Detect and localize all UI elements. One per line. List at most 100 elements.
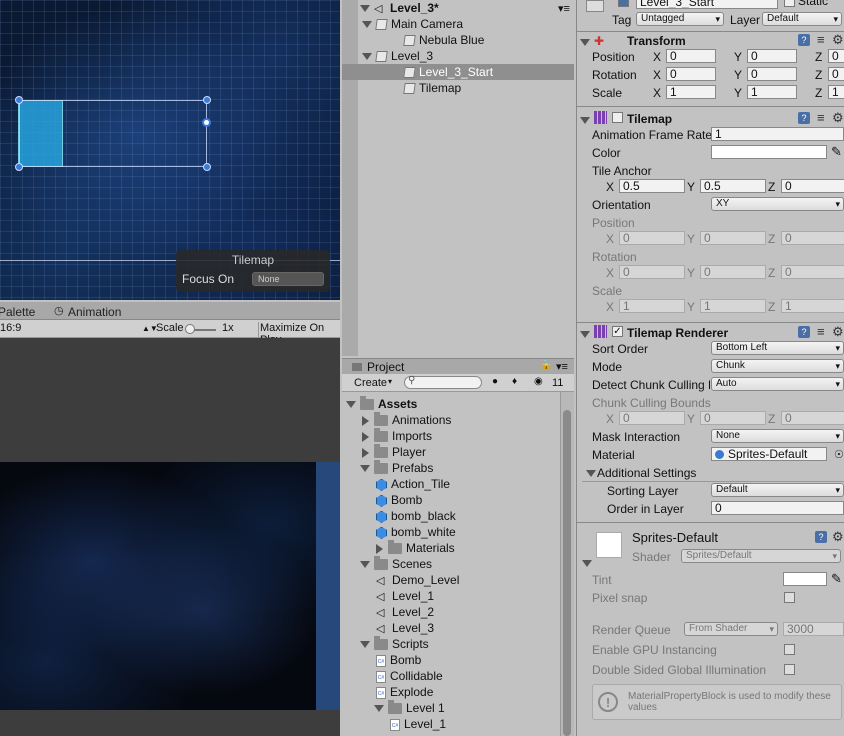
renderer-foldout[interactable] — [580, 327, 594, 341]
axis-x-field[interactable]: 0 — [619, 265, 685, 279]
project-item[interactable]: bomb_black — [374, 508, 456, 524]
filter-type-icon[interactable]: ● — [492, 376, 498, 387]
order-in-layer-field[interactable]: 0 — [711, 501, 844, 515]
axis-y-field[interactable]: 0 — [700, 231, 766, 245]
layer-dropdown[interactable]: Default — [762, 12, 842, 26]
project-item[interactable]: bomb_white — [374, 524, 456, 540]
renderer-enabled-checkbox[interactable]: ✓ — [612, 326, 623, 337]
object-name-field[interactable]: Level_3_Start — [636, 0, 778, 9]
hidden-eye-icon[interactable]: ◉ — [534, 376, 543, 387]
gear-icon[interactable]: ⚙ — [832, 530, 844, 543]
selection-rect[interactable] — [19, 100, 207, 167]
tab-project[interactable]: Project — [367, 360, 404, 374]
axis-z-field[interactable]: 0 — [781, 179, 844, 193]
axis-z-field[interactable]: 0 — [781, 265, 844, 279]
preset-icon[interactable]: ≡ — [817, 325, 825, 338]
lock-icon[interactable]: 🔒 — [540, 360, 552, 371]
double-sided-gi-checkbox[interactable] — [784, 664, 795, 675]
axis-y-field[interactable]: 0 — [700, 265, 766, 279]
create-button[interactable]: Create — [354, 377, 387, 389]
axis-x-field[interactable]: 0 — [666, 49, 716, 63]
material-foldout[interactable] — [582, 556, 596, 570]
hierarchy-item[interactable]: ◁ Level_3* — [360, 0, 439, 16]
eyedropper-icon[interactable]: ✎ — [831, 144, 842, 160]
transform-foldout[interactable] — [580, 35, 594, 49]
project-menu-icon[interactable]: ▾≡ — [556, 360, 568, 373]
project-item[interactable]: Imports — [360, 428, 432, 444]
axis-z-field[interactable]: 1 — [828, 85, 844, 99]
pivot-handle[interactable] — [202, 118, 211, 127]
hierarchy-item[interactable]: Tilemap — [390, 80, 461, 96]
tilemap-foldout[interactable] — [580, 113, 594, 127]
mode-dropdown[interactable]: Chunk — [711, 359, 844, 373]
mask-dropdown[interactable]: None — [711, 429, 844, 443]
hierarchy-menu-icon[interactable]: ▾≡ — [558, 2, 570, 15]
rect-handle-tr[interactable] — [203, 96, 211, 104]
expand-arrow-icon[interactable] — [362, 21, 372, 29]
tab-palette[interactable]: Palette — [0, 305, 35, 319]
expand-arrow-icon[interactable] — [346, 401, 356, 409]
culling-dropdown[interactable]: Auto — [711, 377, 844, 391]
sorting-layer-dropdown[interactable]: Default — [711, 483, 844, 497]
gpu-instancing-checkbox[interactable] — [784, 644, 795, 655]
expand-arrow-icon[interactable] — [360, 465, 370, 473]
project-item[interactable]: Player — [360, 444, 426, 460]
collapse-arrow-icon[interactable] — [362, 447, 369, 458]
help-icon[interactable]: ? — [798, 34, 810, 46]
hierarchy-item[interactable]: Level_3_Start — [390, 64, 493, 80]
project-item[interactable]: ◁ Demo_Level — [374, 572, 459, 588]
rect-handle-bl[interactable] — [15, 163, 23, 171]
preset-icon[interactable]: ≡ — [817, 111, 825, 124]
search-input[interactable] — [404, 376, 482, 389]
tab-animation[interactable]: Animation — [68, 305, 121, 319]
collapse-arrow-icon[interactable] — [362, 415, 369, 426]
axis-z-field[interactable]: 0 — [828, 49, 844, 63]
gear-icon[interactable]: ⚙ — [832, 111, 844, 124]
axis-y-field[interactable]: 0 — [700, 411, 766, 425]
sort-order-dropdown[interactable]: Bottom Left — [711, 341, 844, 355]
focus-on-dropdown[interactable]: None — [252, 272, 324, 286]
scale-slider-thumb[interactable] — [185, 324, 195, 334]
expand-arrow-icon[interactable] — [360, 561, 370, 569]
scene-view[interactable]: Tilemap Focus On None — [0, 0, 340, 300]
project-scroll-thumb[interactable] — [563, 410, 571, 736]
axis-z-field[interactable]: 0 — [781, 231, 844, 245]
filter-label-icon[interactable]: ♦ — [512, 376, 517, 387]
shader-dropdown[interactable]: Sprites/Default — [681, 549, 841, 563]
collapse-arrow-icon[interactable] — [362, 431, 369, 442]
expand-arrow-icon[interactable] — [360, 641, 370, 649]
rect-handle-br[interactable] — [203, 163, 211, 171]
project-item[interactable]: Assets — [346, 396, 417, 412]
preset-icon[interactable]: ≡ — [817, 33, 825, 46]
project-item[interactable]: ◁ Level_3 — [374, 620, 434, 636]
project-item[interactable]: C# Bomb — [374, 652, 421, 668]
gear-icon[interactable]: ⚙ — [832, 325, 844, 338]
axis-x-field[interactable]: 1 — [666, 85, 716, 99]
expand-arrow-icon[interactable] — [362, 53, 372, 61]
pixel-snap-checkbox[interactable] — [784, 592, 795, 603]
material-field[interactable]: Sprites-Default — [711, 447, 827, 461]
help-icon[interactable]: ? — [815, 531, 827, 543]
active-checkbox[interactable] — [618, 0, 629, 7]
project-item[interactable]: C# Collidable — [374, 668, 443, 684]
tint-swatch[interactable] — [783, 572, 827, 586]
help-icon[interactable]: ? — [798, 326, 810, 338]
eyedropper-icon[interactable]: ✎ — [831, 571, 842, 587]
collapse-arrow-icon[interactable] — [376, 543, 383, 554]
color-swatch[interactable] — [711, 145, 827, 159]
aspect-dropdown[interactable]: 16:9 — [0, 322, 21, 334]
expand-arrow-icon[interactable] — [374, 705, 384, 713]
project-item[interactable]: Bomb — [374, 492, 422, 508]
gear-icon[interactable]: ⚙ — [832, 33, 844, 46]
expand-arrow-icon[interactable] — [360, 5, 370, 13]
project-item[interactable]: Animations — [360, 412, 451, 428]
axis-y-field[interactable]: 0.5 — [700, 179, 766, 193]
hierarchy-item[interactable]: Nebula Blue — [390, 32, 484, 48]
help-icon[interactable]: ? — [798, 112, 810, 124]
tilemap-enabled-checkbox[interactable] — [612, 112, 623, 123]
hierarchy-item[interactable]: Level_3 — [362, 48, 433, 64]
rect-handle-tl[interactable] — [15, 96, 23, 104]
project-item[interactable]: ◁ Level_1 — [374, 588, 434, 604]
render-queue-dropdown[interactable]: From Shader — [684, 622, 778, 636]
axis-y-field[interactable]: 1 — [747, 85, 797, 99]
